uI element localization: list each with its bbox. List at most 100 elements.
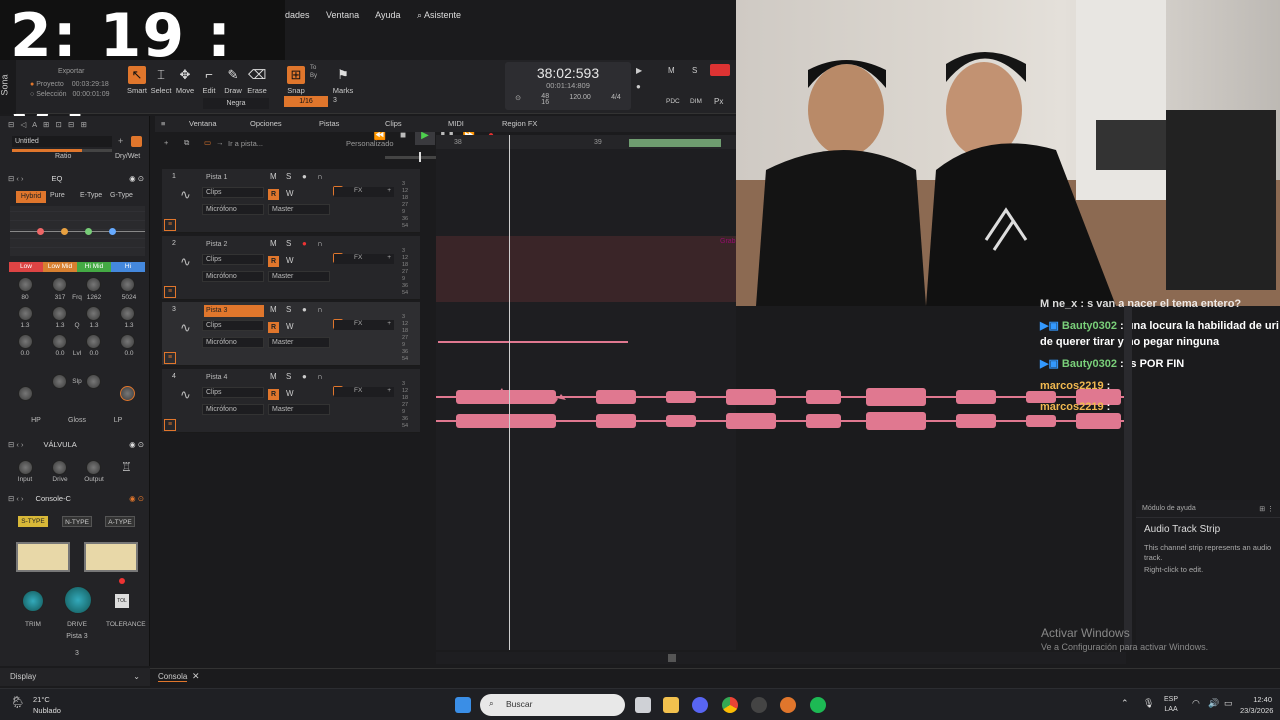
input-select[interactable]: Micrófono [202, 404, 264, 415]
tool-select[interactable]: ⌶ Select [149, 66, 173, 95]
trim-knob[interactable] [22, 590, 44, 612]
eq-mode-gtype[interactable]: G-Type [110, 192, 133, 199]
freq-knob-lowmid[interactable] [52, 277, 67, 292]
time-display[interactable]: 38:02:593 00:01:14:809 ⊙ 48 16 120.00 4/4 [505, 62, 631, 110]
mute-button[interactable]: M [270, 172, 277, 181]
band-hi[interactable]: Hi [111, 262, 145, 272]
master-mute[interactable]: M [668, 66, 675, 75]
monitor-icon[interactable]: ∩ [317, 372, 323, 381]
console-nav-icon[interactable]: ⊟ ‹ › [8, 494, 23, 503]
band-himid[interactable]: Hi Mid [77, 262, 111, 272]
lvl-knob-himid[interactable] [86, 334, 101, 349]
studio-one-icon[interactable] [780, 697, 796, 713]
solo-button[interactable]: S [286, 372, 291, 381]
folder-icon[interactable]: ▭ [204, 138, 211, 147]
play-small-icon[interactable]: ▶ [636, 66, 642, 75]
read-automation-button[interactable]: R [268, 389, 279, 400]
menu-asistente[interactable]: ⌕ Asistente [417, 10, 461, 20]
clips-select[interactable]: Clips [202, 254, 264, 265]
record-arm-icon[interactable]: ● [302, 239, 307, 248]
automation-icon[interactable]: ≡ [164, 219, 176, 231]
freq-knob-himid[interactable] [86, 277, 101, 292]
fx-add-icon[interactable]: + [387, 387, 391, 394]
list-icon[interactable]: ≡ [161, 119, 165, 128]
console-power-icon[interactable]: ◉ ⊙ [129, 494, 144, 503]
output-select[interactable]: Master [268, 271, 330, 282]
file-explorer-icon[interactable] [663, 697, 679, 713]
ratio-bar[interactable] [12, 149, 112, 152]
weather-widget[interactable]: 21°C Nublado [33, 694, 61, 716]
drive-knob[interactable] [52, 460, 67, 475]
record-arm-icon[interactable]: ● [302, 305, 307, 314]
fx-add-icon[interactable]: + [387, 320, 391, 327]
tray-chevron-up-icon[interactable]: ⌃ [1121, 698, 1129, 709]
input-select[interactable]: Micrófono [202, 204, 264, 215]
freq-knob-hi[interactable] [120, 277, 135, 292]
master-record[interactable] [710, 64, 730, 76]
snap-button[interactable]: ⊞ Snap [284, 66, 308, 95]
menu-midi[interactable]: MIDI [448, 119, 464, 128]
chrome-icon[interactable] [722, 697, 738, 713]
lvl-knob-low[interactable] [18, 334, 33, 349]
playhead[interactable] [509, 135, 510, 650]
track-row[interactable]: 2 Pista 2 M S ● ∩ ∿ Clips Micrófono Mast… [162, 236, 420, 300]
menu-pistas[interactable]: Pistas [319, 119, 339, 128]
fx-slot[interactable]: FX + [334, 320, 394, 330]
track-view-preset[interactable]: Personalizado [346, 139, 394, 148]
eq-node-low[interactable] [37, 228, 44, 235]
clips-select[interactable]: Clips [202, 387, 264, 398]
eq-mode-hybrid[interactable]: Hybrid [16, 191, 46, 203]
px-button[interactable]: Px [714, 97, 723, 106]
menu-ayuda[interactable]: Ayuda [375, 10, 400, 20]
mute-button[interactable]: M [270, 305, 277, 314]
automation-icon[interactable]: ≡ [164, 419, 176, 431]
menu-dades[interactable]: dades [285, 10, 310, 20]
arrange-vscroll[interactable] [1124, 306, 1132, 650]
input-select[interactable]: Micrófono [202, 271, 264, 282]
export-button[interactable]: Exportar [58, 68, 110, 75]
taskbar-search[interactable]: ⌕ Buscar [480, 694, 625, 716]
fx-slot[interactable]: FX + [334, 387, 394, 397]
output-select[interactable]: Master [268, 337, 330, 348]
marks-button[interactable]: ⚑ Marks [331, 66, 355, 95]
pdc-button[interactable]: PDC [666, 98, 680, 105]
menu-region-fx[interactable]: Region FX [502, 119, 537, 128]
wifi-icon[interactable]: ◠ [1192, 698, 1200, 709]
eq-node-himid[interactable] [85, 228, 92, 235]
read-automation-button[interactable]: R [268, 256, 279, 267]
duplicate-icon[interactable]: ⧉ [184, 138, 189, 148]
clips-select[interactable]: Clips [202, 187, 264, 198]
monitor-icon[interactable]: ∩ [317, 239, 323, 248]
snap-value[interactable]: 1/16 [284, 96, 328, 107]
close-icon[interactable]: ✕ [192, 671, 200, 682]
battery-icon[interactable]: ▭ [1224, 698, 1233, 709]
tool-move[interactable]: ✥ Move [173, 66, 197, 95]
preset-add-icon[interactable]: + [118, 136, 123, 146]
clips-select[interactable]: Clips [202, 320, 264, 331]
solo-button[interactable]: S [286, 239, 291, 248]
task-view-icon[interactable] [635, 697, 651, 713]
master-solo[interactable]: S [692, 66, 697, 75]
freq-knob-low[interactable] [18, 277, 33, 292]
write-automation-button[interactable]: W [286, 189, 294, 198]
taskbar-clock[interactable]: 12:40 23/3/2026 [1240, 694, 1273, 716]
q-knob-low[interactable] [18, 306, 33, 321]
track3-clip[interactable] [438, 340, 628, 344]
weather-icon[interactable]: 🌦 [10, 695, 25, 709]
valvula-power-icon[interactable]: ◉ ⊙ [129, 440, 144, 449]
tool-draw[interactable]: ✎ Draw [221, 66, 245, 95]
track-name[interactable]: Pista 4 [204, 372, 264, 384]
eq-power-icon[interactable]: ◉ ⊙ [129, 174, 144, 183]
input-select[interactable]: Micrófono [202, 337, 264, 348]
fx-add-icon[interactable]: + [387, 254, 391, 261]
automation-icon[interactable]: ≡ [164, 286, 176, 298]
band-low[interactable]: Low [9, 262, 43, 272]
tempo[interactable]: 120.00 [569, 94, 590, 106]
write-automation-button[interactable]: W [286, 256, 294, 265]
input-knob[interactable] [18, 460, 33, 475]
menu-ventana-sub[interactable]: Ventana [189, 119, 217, 128]
obs-icon[interactable] [751, 697, 767, 713]
eq-mode-etype[interactable]: E-Type [80, 192, 102, 199]
q-knob-lowmid[interactable] [52, 306, 67, 321]
solo-button[interactable]: S [286, 305, 291, 314]
